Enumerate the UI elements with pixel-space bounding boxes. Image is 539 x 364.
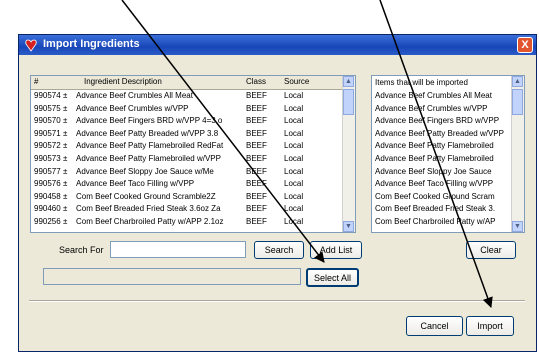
annotation-arrow-select-all <box>121 0 325 263</box>
annotation-arrows <box>121 0 493 308</box>
annotation-arrow-import <box>379 0 493 308</box>
